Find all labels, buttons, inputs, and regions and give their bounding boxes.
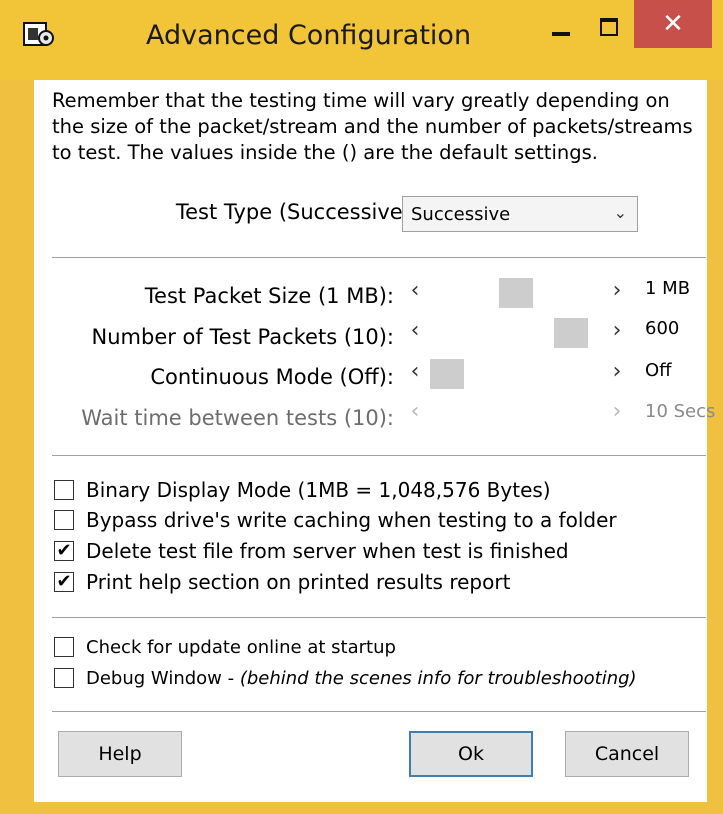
- window-title: Advanced Configuration: [146, 20, 472, 51]
- continuous-mode-label: Continuous Mode (Off):: [150, 365, 394, 389]
- checkbox-label[interactable]: Bypass drive's write caching when testin…: [86, 508, 617, 532]
- packet-size-scrollbar[interactable]: ‹ ›: [400, 278, 632, 308]
- test-type-label: Test Type (Successive):: [175, 200, 418, 224]
- scroll-right-icon[interactable]: ›: [602, 278, 632, 308]
- checkbox-label[interactable]: Print help section on printed results re…: [86, 570, 510, 594]
- continuous-mode-value: Off: [645, 360, 672, 381]
- test-type-value: Successive: [411, 204, 511, 225]
- scroll-right-icon[interactable]: ›: [602, 318, 632, 348]
- app-gear-icon: [23, 22, 54, 46]
- checkbox-icon[interactable]: ✔: [54, 541, 74, 561]
- checkbox-label[interactable]: Check for update online at startup: [86, 637, 396, 658]
- help-button[interactable]: Help: [58, 731, 182, 777]
- maximize-button[interactable]: [586, 0, 632, 54]
- scroll-right-icon[interactable]: ›: [602, 359, 632, 389]
- minimize-button[interactable]: [534, 0, 588, 54]
- scroll-track[interactable]: [430, 318, 602, 348]
- scroll-left-icon[interactable]: ‹: [400, 359, 430, 389]
- checkbox-icon[interactable]: [54, 480, 74, 500]
- debug-window-note: (behind the scenes info for troubleshoot…: [239, 668, 637, 689]
- maximize-icon: [600, 18, 618, 36]
- wait-time-scrollbar: ‹ ›: [400, 399, 632, 429]
- scroll-left-icon[interactable]: ‹: [400, 278, 430, 308]
- checkbox-icon[interactable]: ✔: [54, 572, 74, 592]
- packet-size-label: Test Packet Size (1 MB):: [144, 284, 394, 308]
- scroll-right-icon: ›: [612, 399, 622, 424]
- title-bar[interactable]: Advanced Configuration ✕: [0, 0, 723, 80]
- ok-button[interactable]: Ok: [409, 731, 533, 777]
- checkbox-icon[interactable]: [54, 668, 74, 688]
- scroll-track: [430, 399, 602, 429]
- packet-count-scrollbar[interactable]: ‹ ›: [400, 318, 632, 348]
- scroll-left-icon: ‹: [410, 399, 420, 424]
- checkbox-label[interactable]: Binary Display Mode (1MB = 1,048,576 Byt…: [86, 478, 551, 502]
- continuous-mode-scrollbar[interactable]: ‹ ›: [400, 359, 632, 389]
- dialog-body: Remember that the testing time will vary…: [34, 80, 715, 802]
- close-icon: ✕: [662, 9, 684, 39]
- scroll-track[interactable]: [430, 359, 602, 389]
- chevron-down-icon: ⌄: [613, 203, 627, 222]
- checkbox-icon[interactable]: [54, 510, 74, 530]
- separator: [52, 257, 706, 258]
- scroll-track[interactable]: [430, 278, 602, 308]
- scroll-thumb[interactable]: [554, 318, 588, 348]
- debug-window-label: Debug Window -: [86, 668, 240, 689]
- scroll-thumb[interactable]: [499, 278, 533, 308]
- checkbox-icon[interactable]: [54, 637, 74, 657]
- scroll-left-icon[interactable]: ‹: [400, 318, 430, 348]
- cancel-button[interactable]: Cancel: [565, 731, 689, 777]
- packet-count-value: 600: [645, 318, 680, 339]
- checkbox-label[interactable]: Delete test file from server when test i…: [86, 539, 569, 563]
- packet-size-value: 1 MB: [645, 278, 691, 299]
- checkbox-label[interactable]: Debug Window - (behind the scenes info f…: [86, 668, 637, 689]
- test-type-select[interactable]: Successive ⌄: [402, 196, 638, 232]
- advanced-configuration-window: Advanced Configuration ✕ Remember that t…: [0, 0, 723, 814]
- wait-time-label: Wait time between tests (10):: [81, 406, 394, 430]
- minimize-icon: [552, 32, 570, 36]
- separator: [52, 455, 706, 456]
- scroll-thumb[interactable]: [430, 359, 464, 389]
- wait-time-value: 10 Secs: [645, 401, 716, 422]
- separator: [52, 711, 706, 712]
- close-button[interactable]: ✕: [634, 0, 712, 48]
- intro-text: Remember that the testing time will vary…: [52, 89, 693, 164]
- packet-count-label: Number of Test Packets (10):: [91, 325, 394, 349]
- separator: [52, 617, 706, 618]
